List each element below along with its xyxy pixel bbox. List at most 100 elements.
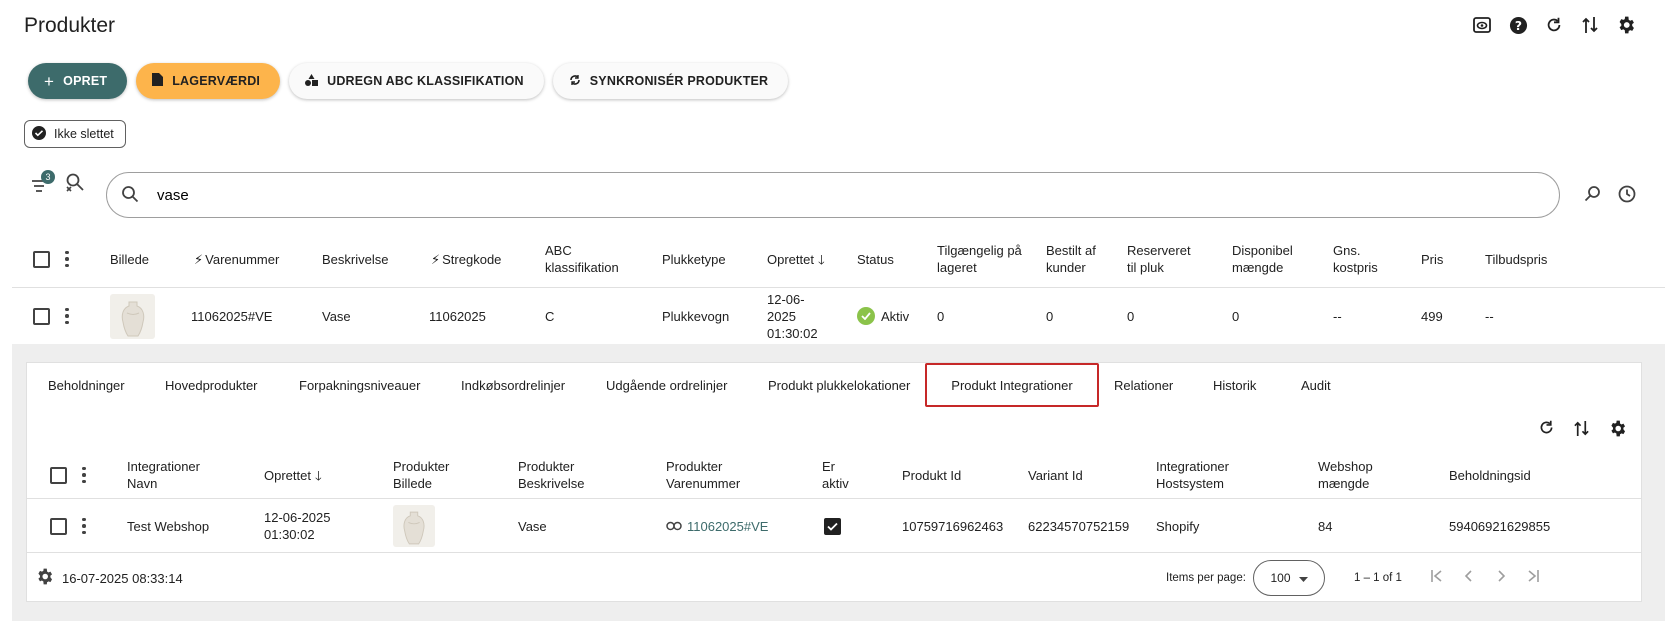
settings-icon[interactable] [1608, 419, 1627, 441]
cell-beskrivelse: Vase [322, 308, 351, 324]
col-varenummer[interactable]: ⚡ Varenummer [194, 230, 279, 288]
tab-beholdninger[interactable]: Beholdninger [48, 363, 125, 407]
col-oprettet[interactable]: Oprettet 🡓 [767, 230, 825, 288]
sync-products-button[interactable]: SYNKRONISÉR PRODUKTER [552, 63, 789, 99]
col-webshop-maengde[interactable]: Webshop mængde [1318, 451, 1388, 499]
action-buttons: + OPRET LAGERVÆRDI UDREGN ABC KLASSIFIKA… [28, 63, 789, 99]
check-circle-icon [31, 125, 47, 144]
col-beholdningsid[interactable]: Beholdningsid [1449, 451, 1531, 499]
help-icon[interactable]: ? [1507, 14, 1529, 36]
clear-search-icon[interactable] [64, 172, 86, 197]
col-integrationer-hostsystem[interactable]: Integrationer Hostsystem [1156, 451, 1246, 499]
product-image [393, 505, 435, 547]
cell-webshop-maengde: 84 [1318, 518, 1333, 534]
tab-produkt-plukkelokationer[interactable]: Produkt plukkelokationer [768, 363, 910, 407]
cell-abc: C [545, 308, 555, 324]
col-oprettet[interactable]: Oprettet 🡓 [264, 451, 322, 499]
preview-icon[interactable] [1471, 14, 1493, 36]
last-page-icon[interactable] [1526, 569, 1540, 587]
col-er-aktiv[interactable]: Er aktiv [822, 451, 862, 499]
settings-icon[interactable] [35, 567, 54, 590]
col-produkter-billede[interactable]: Produkter Billede [393, 451, 463, 499]
col-disponibel[interactable]: Disponibel mængde [1232, 230, 1307, 288]
col-abc[interactable]: ABC klassifikation [545, 230, 635, 288]
er-aktiv-checkbox[interactable] [824, 517, 841, 535]
row-checkbox[interactable] [50, 517, 67, 535]
cell-hostsystem: Shopify [1156, 518, 1200, 534]
col-bestilt[interactable]: Bestilt af kunder [1046, 230, 1096, 288]
create-button[interactable]: + OPRET [28, 63, 128, 99]
cell-varenummer: 11062025#VE [191, 308, 273, 324]
tab-hovedprodukter[interactable]: Hovedprodukter [165, 363, 258, 407]
next-page-icon[interactable] [1494, 569, 1508, 587]
arrow-down-icon: 🡓 [314, 467, 322, 483]
varenummer-link[interactable]: 11062025#VE [666, 499, 768, 553]
svg-text:?: ? [1514, 18, 1521, 32]
col-billede[interactable]: Billede [110, 230, 149, 288]
refresh-icon[interactable] [1543, 14, 1565, 36]
tab-relationer[interactable]: Relationer [1114, 363, 1173, 407]
cell-variant-id: 62234570752159 [1028, 518, 1130, 534]
col-tilbudspris[interactable]: Tilbudspris [1485, 230, 1547, 288]
detail-footer: 16-07-2025 08:33:14 Items per page: 100 … [27, 553, 1641, 603]
detail-panel: Beholdninger Hovedprodukter Forpakningsn… [12, 344, 1665, 621]
items-per-page-label: Items per page: [1166, 571, 1246, 584]
cell-stregkode: 11062025 [429, 308, 486, 324]
abc-classification-button[interactable]: UDREGN ABC KLASSIFIKATION [289, 63, 544, 99]
select-all-checkbox[interactable] [50, 466, 67, 484]
tab-audit[interactable]: Audit [1301, 363, 1331, 407]
col-beskrivelse[interactable]: Beskrivelse [322, 230, 388, 288]
column-menu-icon[interactable] [77, 466, 91, 484]
prev-page-icon[interactable] [1462, 569, 1476, 587]
products-page: Produkter ? + OPRET LAGERVÆRDI UDREGN AB… [0, 0, 1665, 621]
history-icon[interactable] [1617, 184, 1637, 207]
table-row[interactable]: Test Webshop 12-06-2025 01:30:02 Vase 11… [27, 499, 1641, 553]
filter-count-badge: 3 [41, 169, 55, 184]
search-input[interactable] [155, 185, 1455, 205]
stock-value-button[interactable]: LAGERVÆRDI [136, 63, 281, 99]
row-checkbox[interactable] [33, 307, 50, 325]
col-produkter-beskrivelse[interactable]: Produkter Beskrivelse [518, 451, 598, 499]
first-page-icon[interactable] [1430, 569, 1444, 587]
settings-icon[interactable] [1615, 14, 1637, 36]
col-integrationer-navn[interactable]: Integrationer Navn [127, 451, 217, 499]
tab-produkt-integrationer[interactable]: Produkt Integrationer [925, 363, 1099, 407]
col-pris[interactable]: Pris [1421, 230, 1443, 288]
col-tilgaengelig[interactable]: Tilgængelig på lageret [937, 230, 1027, 288]
refresh-icon[interactable] [1538, 419, 1555, 441]
filter-icon[interactable]: 3 [30, 169, 55, 197]
detail-toolbar [1538, 419, 1627, 441]
col-status[interactable]: Status [857, 230, 894, 288]
col-plukketype[interactable]: Plukketype [662, 230, 726, 288]
col-stregkode[interactable]: ⚡ Stregkode [431, 230, 501, 288]
items-per-page-select[interactable]: 100 [1253, 560, 1325, 596]
sort-icon[interactable] [1573, 419, 1590, 441]
col-produkt-id[interactable]: Produkt Id [902, 451, 961, 499]
zoom-search-icon[interactable] [1583, 184, 1603, 207]
column-menu-icon[interactable] [60, 250, 74, 268]
tab-udgaaende-ordrelinjer[interactable]: Udgående ordrelinjer [606, 363, 727, 407]
search-bar [106, 172, 1560, 218]
table-row[interactable]: 11062025#VE Vase 11062025 C Plukkevogn 1… [12, 288, 1665, 344]
col-produkter-varenummer[interactable]: Produkter Varenummer [666, 451, 756, 499]
select-all-checkbox[interactable] [33, 250, 50, 268]
row-menu-icon[interactable] [60, 307, 74, 325]
tab-forpakningsniveauer[interactable]: Forpakningsniveauer [299, 363, 420, 407]
document-icon [152, 73, 164, 89]
cell-plukketype: Plukkevogn [662, 308, 730, 324]
link-icon [666, 518, 682, 535]
tab-historik[interactable]: Historik [1213, 363, 1256, 407]
search-icon [121, 185, 139, 206]
search-actions [1583, 184, 1637, 207]
row-menu-icon[interactable] [77, 517, 91, 535]
col-reserveret[interactable]: Reserveret til pluk [1127, 230, 1197, 288]
sync-icon [569, 74, 581, 89]
sort-icon[interactable] [1579, 14, 1601, 36]
filter-bar: 3 [30, 169, 86, 197]
cell-beholdningsid: 59406921629855 [1449, 518, 1551, 534]
col-kostpris[interactable]: Gns. kostpris [1333, 230, 1393, 288]
tab-indkobsordrelinjer[interactable]: Indkøbsordrelinjer [461, 363, 565, 407]
col-variant-id[interactable]: Variant Id [1028, 451, 1083, 499]
filter-chip-not-deleted[interactable]: Ikke slettet [24, 120, 126, 148]
dropdown-arrow-icon [1298, 570, 1308, 587]
